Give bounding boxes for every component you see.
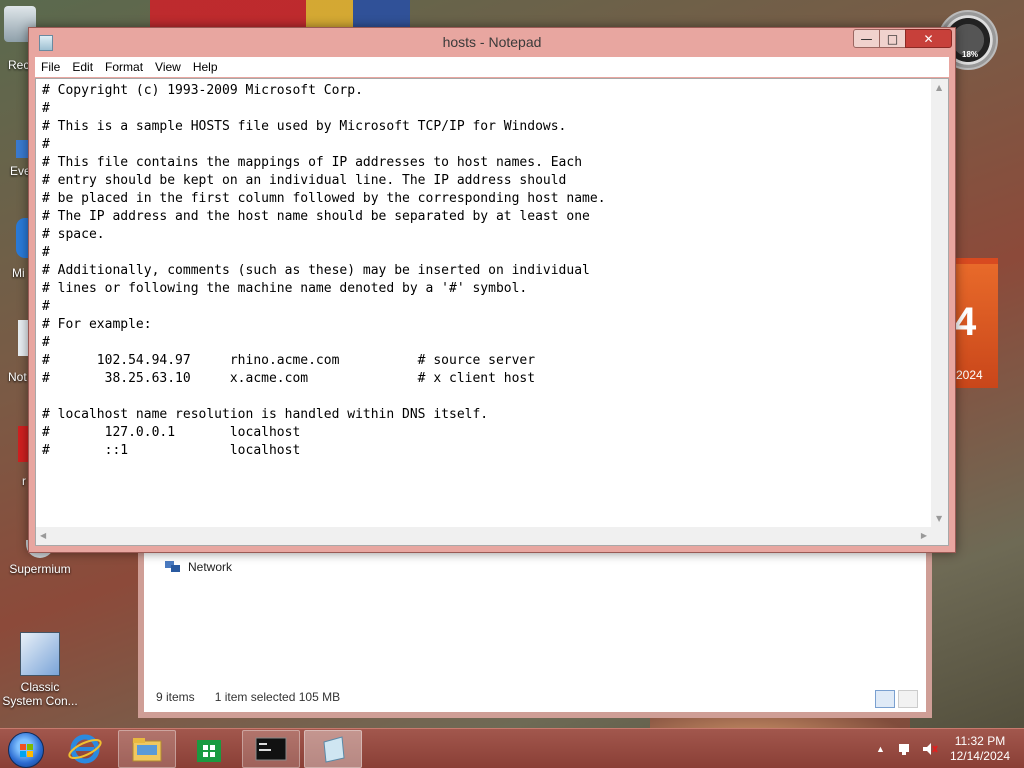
minimize-icon: — — [860, 31, 873, 46]
large-icons-view-button[interactable] — [898, 690, 918, 708]
menu-edit[interactable]: Edit — [66, 60, 99, 74]
desktop-icon-label: Rec — [8, 58, 30, 72]
window-title: hosts - Notepad — [442, 34, 542, 50]
text-line: # 38.25.63.10 x.acme.com # x client host — [42, 371, 536, 386]
text-line: # Copyright (c) 1993-2009 Microsoft Corp… — [42, 83, 363, 98]
text-line: # — [42, 137, 50, 152]
horizontal-scrollbar[interactable]: ◀ ▶ — [36, 527, 931, 545]
vertical-scrollbar[interactable]: ▲ ▼ — [931, 79, 948, 527]
scroll-right-icon[interactable]: ▶ — [921, 531, 927, 540]
notepad-window[interactable]: hosts - Notepad — □ ✕ File Edit Format V… — [28, 27, 956, 553]
cpu-meter-value: 18% — [962, 50, 979, 59]
clock-date: 12/14/2024 — [949, 749, 1010, 763]
text-line: # Additionally, comments (such as these)… — [42, 263, 590, 278]
calendar-day: 4 — [954, 300, 977, 344]
calendar-year: 2024 — [956, 368, 983, 382]
menu-help[interactable]: Help — [187, 60, 224, 74]
text-line: # 127.0.0.1 localhost — [42, 425, 301, 440]
close-icon: ✕ — [923, 31, 934, 46]
maximize-icon: □ — [886, 31, 899, 46]
taskbar-notepad[interactable] — [304, 730, 362, 768]
network-icon — [165, 561, 180, 572]
text-line: # The IP address and the host name shoul… — [42, 209, 590, 224]
explorer-window[interactable]: Network 9 items 1 item selected 105 MB — [138, 550, 932, 718]
text-line: # This file contains the mappings of IP … — [42, 155, 583, 170]
maximize-button[interactable]: □ — [879, 29, 906, 48]
taskbar-internet-explorer[interactable] — [56, 730, 114, 768]
menu-view[interactable]: View — [149, 60, 187, 74]
text-line: # lines or following the machine name de… — [42, 281, 528, 296]
text-line: # ::1 localhost — [42, 443, 301, 458]
control-panel-icon — [20, 632, 60, 676]
text-line: # — [42, 299, 50, 314]
text-line: # localhost name resolution is handled w… — [42, 407, 489, 422]
text-line: # space. — [42, 227, 105, 242]
desktop-icon-label: Supermium — [9, 562, 71, 576]
taskbar: ▲ 11:32 PM 12/14/2024 — [0, 728, 1024, 768]
text-line: # be placed in the first column followed… — [42, 191, 606, 206]
menu-format[interactable]: Format — [99, 60, 149, 74]
text-line: # — [42, 101, 50, 116]
text-line: # — [42, 245, 50, 260]
minimize-button[interactable]: — — [853, 29, 880, 48]
menu-bar: File Edit Format View Help — [35, 57, 949, 77]
desktop-icon-label: Classic System Con... — [2, 680, 78, 708]
status-bar: 9 items 1 item selected 105 MB — [156, 690, 340, 704]
desktop-icon-label: Not — [8, 370, 27, 384]
command-prompt-icon — [255, 737, 287, 761]
desktop-icon-label: r — [22, 474, 26, 488]
nav-item-network[interactable]: Network — [164, 560, 232, 574]
scroll-left-icon[interactable]: ◀ — [40, 531, 46, 540]
taskbar-file-explorer[interactable] — [118, 730, 176, 768]
scroll-up-icon[interactable]: ▲ — [936, 83, 942, 92]
nav-item-label: Network — [188, 560, 233, 574]
text-line: # This is a sample HOSTS file used by Mi… — [42, 119, 567, 134]
title-bar[interactable]: hosts - Notepad — □ ✕ — [29, 28, 955, 56]
calendar-gadget: 4 2024 — [950, 258, 998, 388]
show-hidden-icons[interactable]: ▲ — [876, 744, 885, 754]
volume-muted-icon[interactable] — [922, 742, 938, 756]
notepad-icon — [323, 736, 345, 763]
menu-file[interactable]: File — [35, 60, 66, 74]
desktop-icon-classic-system-control[interactable]: Classic System Con... — [0, 632, 80, 708]
clock-time: 11:32 PM — [954, 734, 1006, 748]
windows-logo-icon — [20, 744, 33, 757]
text-line: # — [42, 335, 50, 350]
text-content[interactable]: # Copyright (c) 1993-2009 Microsoft Corp… — [36, 82, 930, 527]
text-line — [36, 388, 930, 406]
start-button[interactable] — [8, 732, 44, 768]
internet-explorer-icon — [68, 734, 102, 764]
status-item-count: 9 items — [156, 690, 195, 704]
network-status-icon[interactable] — [898, 742, 914, 756]
text-line: # For example: — [42, 317, 152, 332]
scroll-down-icon[interactable]: ▼ — [936, 514, 942, 523]
store-icon — [197, 740, 221, 762]
text-line: # entry should be kept on an individual … — [42, 173, 567, 188]
desktop-icon-label: Mi — [12, 266, 25, 280]
text-editor[interactable]: # Copyright (c) 1993-2009 Microsoft Corp… — [35, 78, 949, 546]
details-view-button[interactable] — [875, 690, 895, 708]
system-clock[interactable]: 11:32 PM 12/14/2024 — [950, 734, 1010, 764]
text-line: # 102.54.94.97 rhino.acme.com # source s… — [42, 353, 536, 368]
status-selection: 1 item selected 105 MB — [214, 690, 341, 704]
view-toggle — [875, 690, 918, 708]
resize-grip[interactable] — [931, 527, 948, 545]
taskbar-store[interactable] — [180, 730, 238, 768]
taskbar-command-prompt[interactable] — [242, 730, 300, 768]
folder-icon — [132, 738, 162, 762]
close-button[interactable]: ✕ — [905, 29, 952, 48]
